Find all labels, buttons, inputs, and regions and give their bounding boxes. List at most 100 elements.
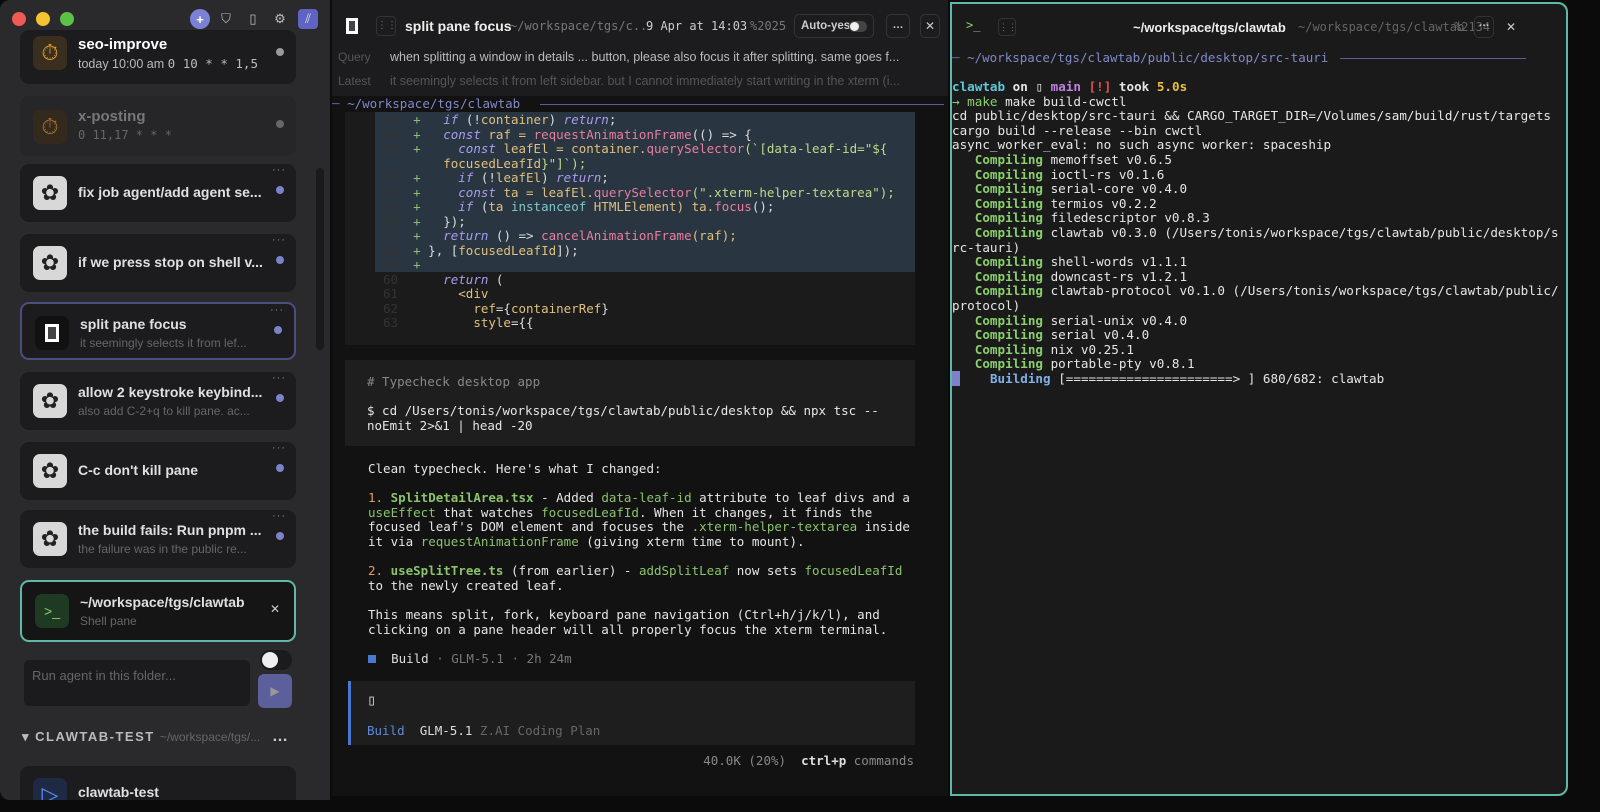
code-token: ={{ bbox=[511, 315, 534, 330]
code-token: ) bbox=[549, 112, 564, 127]
item-title: clawtab-test bbox=[78, 784, 268, 800]
agent-item[interactable]: split pane focusit seemingly selects it … bbox=[20, 302, 296, 360]
message-token: inside bbox=[857, 519, 910, 534]
more-icon[interactable]: ··· bbox=[272, 372, 286, 384]
job-item-x-posting[interactable]: ⏱ x-posting 0 11,17 * * * bbox=[20, 96, 296, 156]
terminal-line: Compiling memoffset v0.6.5 bbox=[952, 153, 1172, 168]
item-title: seo-improve bbox=[78, 36, 268, 53]
message-line: it via requestAnimationFrame (giving xte… bbox=[368, 535, 805, 550]
sidebar: + ⛉ ▯ ⚙ ⫽ ⏱ seo-improve today 10:00 am 0… bbox=[0, 0, 330, 800]
code-token: }); bbox=[428, 214, 466, 229]
code-token: raf = bbox=[481, 127, 534, 142]
more-icon[interactable]: ··· bbox=[272, 234, 286, 246]
close-pane-button[interactable]: ✕ bbox=[1502, 16, 1520, 38]
terminal-line: protocol) bbox=[952, 299, 1020, 314]
shell-pane[interactable]: >_ ⋮⋮ ~/workspace/tgs/clawtab ~/workspac… bbox=[950, 2, 1568, 796]
line-number: 50 bbox=[383, 112, 398, 127]
item-subtitle: also add C-2+q to kill pane. ac... bbox=[78, 404, 258, 418]
run-button[interactable]: ▶ bbox=[258, 674, 292, 708]
status-dot bbox=[276, 186, 284, 194]
add-icon[interactable]: + bbox=[190, 9, 210, 29]
code-token: if bbox=[458, 170, 473, 185]
code-token: containerRef bbox=[511, 301, 601, 316]
status-dot bbox=[274, 326, 282, 334]
agent-item[interactable]: ✿allow 2 keystroke keybind...also add C-… bbox=[20, 372, 296, 430]
code-line: 59 + bbox=[383, 258, 428, 273]
terminal-area[interactable]: ─ ~/workspace/tgs/clawtab 50 + if (!cont… bbox=[332, 96, 948, 796]
code-token: ) bbox=[541, 170, 556, 185]
footer: 40.0K (20%) ctrl+p commands bbox=[703, 753, 914, 768]
message-token: focused leaf's DOM element and focuses t… bbox=[368, 519, 692, 534]
code-token: const bbox=[458, 185, 496, 200]
more-icon[interactable]: ··· bbox=[270, 304, 284, 316]
line-number: 57 bbox=[383, 228, 398, 243]
terminal-line: cargo build --release --bin cwctl bbox=[952, 124, 1202, 139]
group-header[interactable]: ▾ CLAWTAB-TEST ~/workspace/tgs/... bbox=[22, 729, 260, 745]
pane-path: ~/workspace/tgs/clawtab bbox=[1298, 20, 1464, 34]
more-button[interactable]: … bbox=[1474, 16, 1494, 38]
auto-yes-toggle[interactable]: Auto-yes bbox=[794, 14, 874, 38]
minimize-window-button[interactable] bbox=[36, 12, 50, 26]
more-icon[interactable]: ··· bbox=[272, 442, 286, 454]
agent-item[interactable]: >_~/workspace/tgs/clawtabShell pane✕ bbox=[20, 580, 296, 642]
agent-selector[interactable] bbox=[260, 650, 292, 670]
job-item-clawtab-test[interactable]: ▷ clawtab-test bbox=[20, 766, 296, 800]
message-token: now sets bbox=[729, 563, 804, 578]
logo-icon[interactable]: ⫽ bbox=[298, 9, 318, 29]
more-icon[interactable]: ··· bbox=[272, 164, 286, 176]
group-more-button[interactable]: … bbox=[272, 728, 288, 746]
diff-marker: + bbox=[398, 141, 428, 156]
run-agent-input[interactable]: Run agent in this folder... bbox=[24, 660, 250, 706]
command-block: # Typecheck desktop app $ cd /Users/toni… bbox=[345, 360, 915, 446]
agent-item[interactable]: ✿C-c don't kill pane··· bbox=[20, 442, 296, 500]
message-token: - Added bbox=[534, 490, 602, 505]
code-token: }"]`); bbox=[541, 156, 586, 171]
code-line: 55 + if (ta instanceof HTMLElement) ta.f… bbox=[383, 200, 774, 215]
code-token: (".xterm-helper-textarea"); bbox=[692, 185, 895, 200]
code-line: 52 + const leafEl = container.querySelec… bbox=[383, 142, 887, 157]
line-number: 51 bbox=[383, 127, 398, 142]
drag-handle[interactable]: ⋮⋮ bbox=[376, 16, 396, 36]
more-button[interactable]: … bbox=[886, 14, 910, 38]
status-dot bbox=[276, 120, 284, 128]
prompt-input[interactable]: ▯ Build GLM-5.1 Z.AI Coding Plan bbox=[348, 681, 915, 745]
stopwatch-icon: ⏱ bbox=[33, 36, 67, 70]
shell-prompt: clawtab on ▯ main [!] took 5.0s bbox=[952, 80, 1187, 95]
maximize-window-button[interactable] bbox=[60, 12, 74, 26]
code-token: (`[data-leaf-id="${ bbox=[744, 141, 887, 156]
pane-header: ⋮⋮ split pane focus ~/workspace/tgs/c...… bbox=[332, 10, 948, 42]
terminal-line: Compiling serial v0.4.0 bbox=[952, 328, 1149, 343]
agent-item[interactable]: ✿the build fails: Run pnpm ...the failur… bbox=[20, 510, 296, 568]
model-label[interactable]: GLM-5.1 bbox=[420, 723, 473, 738]
terminal-line: Compiling ioctl-rs v0.1.6 bbox=[952, 168, 1164, 183]
drag-handle[interactable]: ⋮⋮ bbox=[998, 18, 1016, 36]
status-dot bbox=[276, 464, 284, 472]
pane-title: split pane focus bbox=[405, 18, 512, 34]
status-line: Build · GLM-5.1 · 2h 24m bbox=[368, 651, 572, 666]
shield-icon[interactable]: ⛉ bbox=[216, 9, 236, 29]
message-token: useEffect bbox=[368, 505, 436, 520]
agent-item[interactable]: ✿fix job agent/add agent se...··· bbox=[20, 164, 296, 222]
cursor bbox=[952, 371, 960, 386]
message-token: to the newly created leaf. bbox=[368, 578, 564, 593]
message-line: Clean typecheck. Here's what I changed: bbox=[368, 462, 662, 477]
book-icon[interactable]: ▯ bbox=[243, 9, 263, 29]
line-number bbox=[383, 156, 398, 171]
close-pane-button[interactable]: ✕ bbox=[920, 14, 940, 38]
close-window-button[interactable] bbox=[12, 12, 26, 26]
split-pane-icon bbox=[35, 316, 69, 350]
terminal-line: Compiling nix v0.25.1 bbox=[952, 343, 1134, 358]
item-title: C-c don't kill pane bbox=[78, 462, 268, 478]
job-item-seo-improve[interactable]: ⏱ seo-improve today 10:00 am 0 10 * * 1,… bbox=[20, 30, 296, 84]
line-number: 60 bbox=[383, 272, 398, 287]
line-number: 56 bbox=[383, 214, 398, 229]
mode-label[interactable]: Build bbox=[367, 723, 405, 738]
close-icon[interactable]: ✕ bbox=[270, 602, 280, 616]
more-icon[interactable]: ··· bbox=[272, 510, 286, 522]
status-dot bbox=[276, 394, 284, 402]
gear-icon[interactable]: ⚙ bbox=[270, 9, 290, 29]
agent-item[interactable]: ✿if we press stop on shell v...··· bbox=[20, 234, 296, 292]
message-token: focusedLeafId bbox=[541, 505, 639, 520]
sidebar-scrollbar[interactable] bbox=[316, 168, 324, 350]
play-icon: ▷ bbox=[33, 778, 67, 800]
